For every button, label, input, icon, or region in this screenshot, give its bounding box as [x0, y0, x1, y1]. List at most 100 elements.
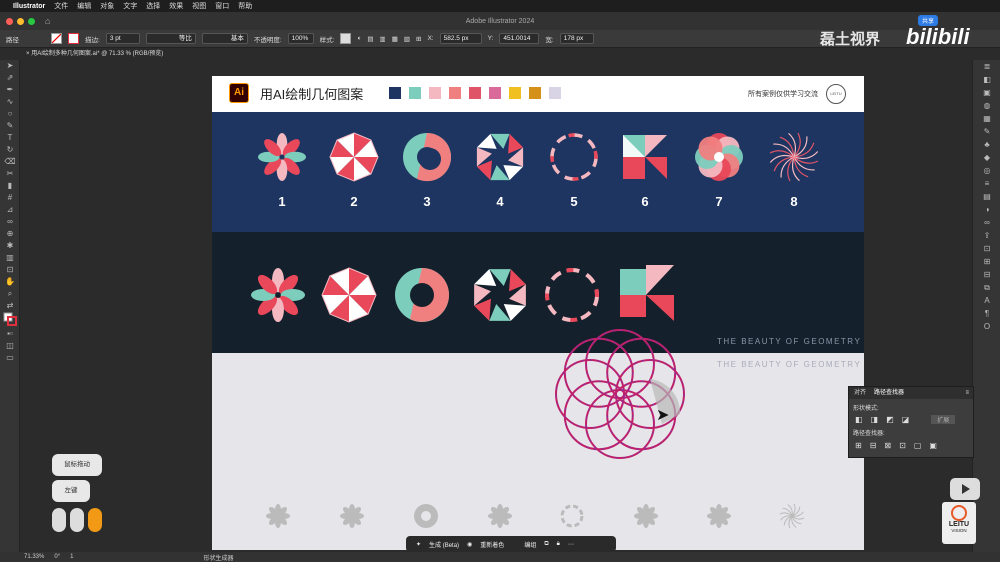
blend-tool-icon[interactable]: ∞	[0, 216, 20, 228]
draw-mode-icon[interactable]: ◫	[0, 340, 20, 352]
close-tab-icon[interactable]: ×	[26, 51, 30, 57]
style-swatch[interactable]	[340, 33, 352, 44]
align-center-icon[interactable]: ▥	[380, 35, 386, 43]
stroke-panel-icon[interactable]: ≡	[973, 177, 1000, 190]
swap-colors-icon[interactable]: ⇄	[0, 300, 20, 312]
color-mode-icon[interactable]: ▪▫	[0, 328, 20, 340]
y-field[interactable]: 451.0014	[499, 33, 540, 44]
fill-stroke-icon[interactable]	[0, 312, 20, 328]
gradient-tool-icon[interactable]: ▮	[0, 180, 20, 192]
generate-button[interactable]: 生成 (Beta)	[429, 540, 459, 549]
libraries-panel-icon[interactable]: ▣	[973, 86, 1000, 99]
character-panel-icon[interactable]: A	[973, 294, 1000, 307]
artboards-panel-icon[interactable]: ⊡	[973, 242, 1000, 255]
crop-icon[interactable]: ⊡	[899, 441, 906, 450]
intersect-icon[interactable]: ◩	[886, 415, 894, 424]
merge-icon[interactable]: ⊠	[884, 441, 891, 450]
pathfinder-panel-icon[interactable]: ⧉	[973, 281, 1000, 294]
distribute-icon[interactable]: ▧	[404, 35, 410, 43]
minus-front-icon[interactable]: ◨	[871, 415, 879, 424]
pattern-8-spiral[interactable]	[769, 132, 819, 182]
curvature-tool-icon[interactable]: ∿	[0, 96, 20, 108]
unite-icon[interactable]: ◧	[855, 415, 863, 424]
copy-ring[interactable]	[395, 268, 449, 322]
artboard-tool-icon[interactable]: ⊡	[0, 264, 20, 276]
symbols-panel-icon[interactable]: ♣	[973, 138, 1000, 151]
menu-type[interactable]: 文字	[123, 1, 137, 11]
divide-icon[interactable]: ⊞	[855, 441, 862, 450]
graphic-styles-panel-icon[interactable]: ◆	[973, 151, 1000, 164]
links-panel-icon[interactable]: ∞	[973, 216, 1000, 229]
zoom-level[interactable]: 71.33%	[24, 554, 44, 560]
trim-icon[interactable]: ⊟	[870, 441, 877, 450]
zoom-tool-icon[interactable]: ⌕	[0, 288, 20, 300]
gradient-panel-icon[interactable]: ▤	[973, 190, 1000, 203]
eraser-tool-icon[interactable]: ⌫	[0, 156, 20, 168]
x-field[interactable]: 582.5 px	[439, 33, 482, 44]
pattern-1-flower[interactable]	[258, 133, 306, 181]
stroke-swatch[interactable]	[68, 33, 79, 44]
opentype-panel-icon[interactable]: O	[973, 320, 1000, 333]
artboard-navigator[interactable]: 1	[70, 554, 73, 560]
brushes-panel-icon[interactable]: ✎	[973, 125, 1000, 138]
artboard[interactable]: Ai 用AI绘制几何图案 所有案例仅供学习交流 LEITU 1 2 3 4 5 …	[212, 76, 864, 550]
scissors-tool-icon[interactable]: ✂	[0, 168, 20, 180]
menu-file[interactable]: 文件	[54, 1, 68, 11]
paragraph-panel-icon[interactable]: ¶	[973, 307, 1000, 320]
menu-effect[interactable]: 效果	[169, 1, 183, 11]
copy-umbrella[interactable]	[321, 267, 377, 323]
copy-octagon[interactable]	[474, 269, 526, 321]
hand-tool-icon[interactable]: ✋	[0, 276, 20, 288]
document-tab[interactable]: × 用AI绘制多种几何图案.ai* @ 71.33 % (RGB/预览)	[20, 48, 1000, 60]
selection-tool-icon[interactable]: ➤	[0, 60, 20, 72]
group-button[interactable]: 编组	[524, 540, 536, 549]
pen-tool-icon[interactable]: ✒	[0, 84, 20, 96]
menu-select[interactable]: 选择	[146, 1, 160, 11]
copy-dashed-ring[interactable]	[545, 268, 599, 322]
transform-panel-icon[interactable]: ⊞	[973, 255, 1000, 268]
menu-help[interactable]: 帮助	[238, 1, 252, 11]
recolor-icon[interactable]: ◐	[357, 35, 361, 42]
align-left-icon[interactable]: ▤	[367, 35, 373, 43]
pattern-5-dashed-ring[interactable]	[550, 133, 598, 181]
copy-flower[interactable]	[251, 268, 305, 322]
pattern-4-octagon[interactable]	[476, 133, 524, 181]
lock-icon[interactable]: 🔒︎	[557, 541, 560, 548]
pathfinder-tab[interactable]: 路径查找器	[874, 387, 904, 399]
mesh-tool-icon[interactable]: #	[0, 192, 20, 204]
pattern-7-swirl[interactable]	[694, 132, 745, 183]
type-tool-icon[interactable]: T	[0, 132, 20, 144]
properties-panel-icon[interactable]: ≣	[973, 60, 1000, 73]
width-field[interactable]: 178 px	[559, 33, 594, 44]
variable-width-profile[interactable]: 等比	[145, 33, 196, 44]
recolor-button[interactable]: 重新着色	[480, 540, 504, 549]
menu-app[interactable]: Illustrator	[13, 3, 45, 10]
pattern-6-pinwheel[interactable]	[623, 135, 667, 179]
rotate-view[interactable]: 0°	[54, 554, 60, 560]
appearance-panel-icon[interactable]: ◎	[973, 164, 1000, 177]
pencil-tool-icon[interactable]: ✎	[0, 120, 20, 132]
opacity-field[interactable]: 100%	[287, 33, 314, 44]
menu-window[interactable]: 窗口	[215, 1, 229, 11]
asset-export-panel-icon[interactable]: ⇪	[973, 229, 1000, 242]
pattern-2-umbrella[interactable]	[329, 132, 379, 182]
outline-icon[interactable]: ▢	[914, 441, 922, 450]
circle-rose-selection[interactable]	[550, 324, 690, 464]
layers-panel-icon[interactable]: ◧	[973, 73, 1000, 86]
menu-view[interactable]: 视图	[192, 1, 206, 11]
transparency-panel-icon[interactable]: ◑	[973, 203, 1000, 216]
menu-object[interactable]: 对象	[100, 1, 114, 11]
expand-button[interactable]: 扩展	[931, 415, 956, 424]
ellipse-tool-icon[interactable]: ○	[0, 108, 20, 120]
exclude-icon[interactable]: ◪	[902, 415, 910, 424]
eyedropper-tool-icon[interactable]: ⊿	[0, 204, 20, 216]
align-tab[interactable]: 对齐	[854, 387, 866, 399]
more-icon[interactable]: ⋯	[568, 541, 574, 548]
transform-icon[interactable]: ⊞	[416, 35, 421, 43]
align-right-icon[interactable]: ▦	[392, 35, 398, 43]
stroke-weight-field[interactable]: 3 pt	[105, 33, 140, 44]
symbol-sprayer-tool-icon[interactable]: ✱	[0, 240, 20, 252]
fill-swatch[interactable]	[51, 33, 62, 44]
pattern-3-ring[interactable]	[403, 133, 452, 182]
color-panel-icon[interactable]: ◍	[973, 99, 1000, 112]
